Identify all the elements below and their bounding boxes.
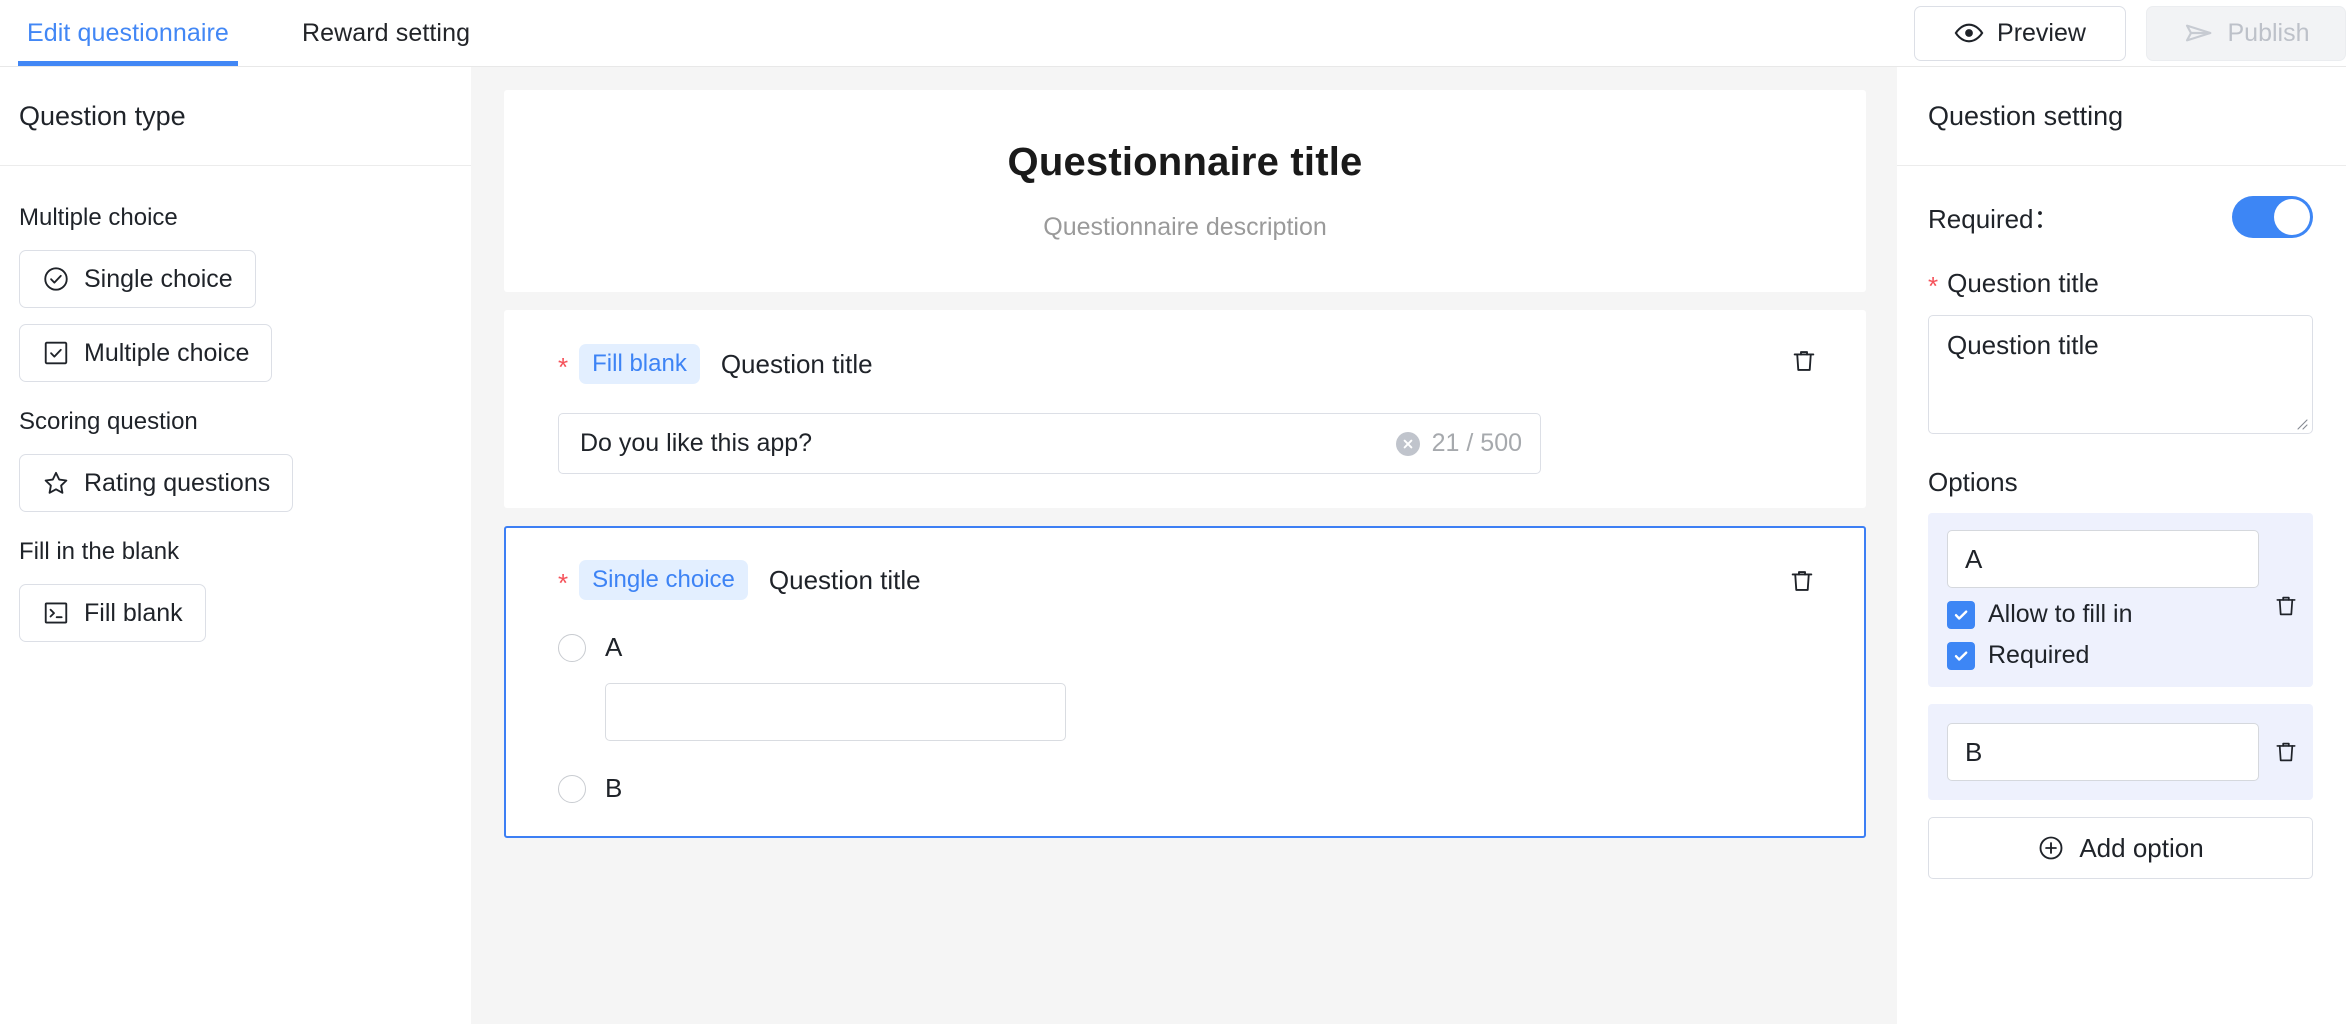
option-b-input[interactable]: B [1947, 723, 2259, 781]
sidebar-item-single-choice[interactable]: Single choice [19, 250, 256, 308]
questionnaire-canvas: Questionnaire title Questionnaire descri… [504, 67, 1866, 1024]
publish-button[interactable]: Publish [2146, 5, 2346, 61]
sidebar-item-label: Multiple choice [84, 338, 250, 367]
tab-edit-questionnaire[interactable]: Edit questionnaire [18, 0, 238, 66]
question-type-badge: Single choice [579, 560, 748, 600]
option-a-fill-in-input[interactable] [605, 683, 1066, 741]
required-label: Required： [1928, 203, 2060, 234]
questionnaire-description[interactable]: Questionnaire description [1043, 213, 1327, 242]
required-asterisk: * [1928, 271, 1939, 301]
sidebar-group-label-scoring-question: Scoring question [19, 408, 198, 435]
sidebar-item-fill-blank[interactable]: Fill blank [19, 584, 206, 642]
sidebar-item-label: Single choice [84, 264, 233, 293]
options-label: Options [1928, 467, 2018, 497]
add-option-label: Add option [2079, 832, 2204, 863]
option-a-value: A [1965, 543, 1983, 574]
option-a-allow-fill-in-label: Allow to fill in [1988, 600, 2133, 628]
tab-reward-setting[interactable]: Reward setting [293, 0, 479, 66]
terminal-icon [42, 599, 70, 627]
header-actions: Preview Publish [1914, 0, 2346, 66]
choice-option-label: B [605, 773, 623, 803]
option-b-content: B [1947, 723, 2259, 781]
option-a-input[interactable]: A [1947, 530, 2259, 588]
question-title-label-text: Question title [1947, 268, 2099, 298]
question-title-textarea[interactable]: Question title [1928, 315, 2313, 434]
option-setting-card-b: B [1928, 704, 2313, 800]
publish-button-label: Publish [2227, 18, 2310, 47]
sidebar-item-rating-questions[interactable]: Rating questions [19, 454, 294, 512]
resize-handle-icon[interactable] [2293, 415, 2309, 431]
question-header-row: * Single choice Question title [558, 560, 1818, 600]
workspace: Question type Multiple choice Single cho… [0, 67, 2346, 1024]
questionnaire-title[interactable]: Questionnaire title [1008, 140, 1363, 185]
required-toggle[interactable] [2232, 196, 2313, 238]
question-setting-title: Question setting [1897, 67, 2346, 166]
tab-label: Edit questionnaire [27, 18, 229, 47]
required-asterisk: * [558, 568, 569, 598]
checkbox-checked-icon[interactable] [1947, 641, 1975, 670]
question-card-single-choice[interactable]: * Single choice Question title A B [504, 526, 1866, 838]
delete-question-button[interactable] [1790, 346, 1818, 376]
choice-option-a[interactable]: A [558, 632, 1818, 663]
preview-button-label: Preview [1997, 18, 2086, 47]
add-option-button[interactable]: Add option [1928, 817, 2313, 879]
option-setting-card-a: A Allow to fill in Required [1928, 513, 2313, 687]
send-icon [2183, 17, 2215, 49]
question-setting-panel: Question setting Required： * Question ti… [1897, 67, 2346, 1024]
option-a-required-label: Required [1988, 641, 2090, 669]
question-header-row: * Fill blank Question title [558, 344, 1818, 384]
plus-circle-icon [2037, 834, 2065, 862]
question-title-text: Question title [768, 564, 921, 595]
toggle-knob [2274, 199, 2310, 235]
question-title-textarea-value: Question title [1947, 330, 2099, 360]
preview-button[interactable]: Preview [1914, 5, 2126, 61]
checkbox-checked-icon[interactable] [1947, 600, 1975, 629]
radio-icon[interactable] [558, 633, 586, 662]
check-square-icon [42, 339, 70, 367]
question-title-text: Question title [720, 348, 873, 379]
clear-circle-icon[interactable] [1395, 431, 1420, 456]
sidebar-title: Question type [0, 67, 471, 166]
tab-bar: Edit questionnaire Reward setting [0, 0, 534, 66]
sidebar-group-label-multiple-choice: Multiple choice [19, 204, 178, 231]
tab-label: Reward setting [301, 18, 471, 47]
char-counter-group: 21 / 500 [1395, 429, 1522, 458]
star-icon [42, 469, 70, 497]
option-b-value: B [1965, 736, 1983, 767]
sidebar-item-label: Rating questions [84, 468, 271, 497]
sidebar-body: Multiple choice Single choice Multiple c… [0, 166, 471, 658]
delete-option-b-button[interactable] [2273, 738, 2299, 766]
delete-option-a-button[interactable] [2273, 592, 2299, 620]
question-title-field-label: * Question title [1928, 268, 2313, 301]
sidebar-group-label-fill-in-the-blank: Fill in the blank [19, 538, 180, 565]
required-setting-row: Required： [1928, 166, 2313, 268]
option-a-content: A Allow to fill in Required [1947, 530, 2259, 670]
choice-option-label: A [605, 632, 623, 662]
sidebar-item-label: Fill blank [84, 598, 183, 627]
questionnaire-header-card[interactable]: Questionnaire title Questionnaire descri… [504, 90, 1866, 292]
fill-blank-answer-input[interactable]: Do you like this app? 21 / 500 [558, 413, 1541, 474]
app-header: Edit questionnaire Reward setting Previe… [0, 0, 2346, 67]
eye-icon [1954, 18, 1984, 48]
radio-icon[interactable] [558, 774, 586, 803]
char-counter-text: 21 / 500 [1431, 429, 1522, 457]
required-asterisk: * [558, 352, 569, 382]
option-a-required-row[interactable]: Required [1947, 641, 2259, 670]
question-type-sidebar: Question type Multiple choice Single cho… [0, 67, 471, 1024]
question-setting-body: Required： * Question title Question titl… [1897, 166, 2346, 879]
sidebar-item-multiple-choice[interactable]: Multiple choice [19, 324, 273, 382]
fill-blank-answer-value: Do you like this app? [580, 429, 813, 457]
delete-question-button[interactable] [1788, 566, 1816, 596]
question-type-badge: Fill blank [579, 344, 700, 384]
question-card-fill-blank[interactable]: * Fill blank Question title Do you like … [504, 310, 1866, 508]
choice-option-b[interactable]: B [558, 773, 1818, 804]
check-circle-icon [42, 265, 70, 293]
option-a-allow-fill-in-row[interactable]: Allow to fill in [1947, 600, 2259, 629]
